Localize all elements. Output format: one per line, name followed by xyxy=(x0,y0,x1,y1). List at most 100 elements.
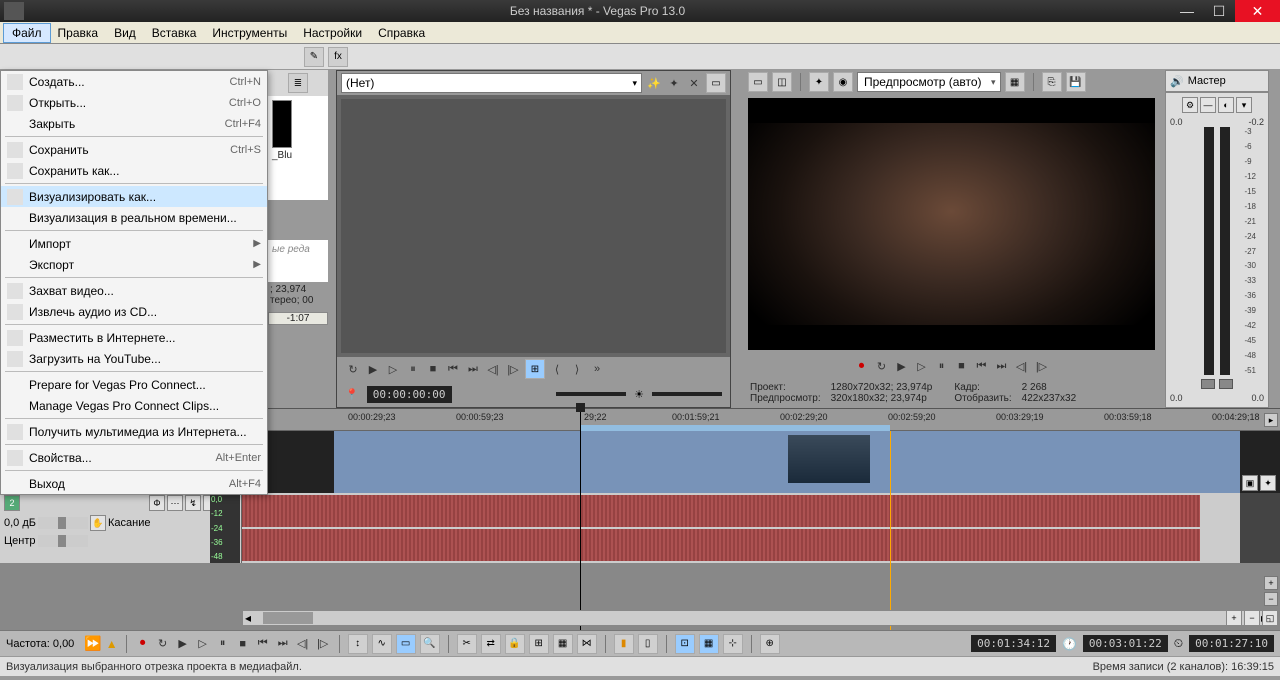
prev-icon[interactable]: ⏮ xyxy=(445,361,461,377)
cursor-position-tc[interactable]: 00:01:34:12 xyxy=(971,635,1056,652)
menu-инструменты[interactable]: Инструменты xyxy=(204,24,295,42)
stop-icon[interactable]: ■ xyxy=(954,358,970,374)
cut-icon[interactable]: ✂ xyxy=(457,634,477,654)
envelope-tool-icon[interactable]: ∿ xyxy=(372,634,392,654)
close-icon[interactable]: ✕ xyxy=(686,75,702,91)
auto-crossfade-icon[interactable]: ⋈ xyxy=(577,634,597,654)
shuttle-icon[interactable]: ⏩ xyxy=(84,635,101,652)
pan-slider[interactable] xyxy=(38,535,88,547)
trimmer-tc2[interactable] xyxy=(556,392,626,396)
snap-icon[interactable]: ⊞ xyxy=(529,634,549,654)
file-menu-item[interactable]: Создать...Ctrl+N xyxy=(1,71,267,92)
master-fx-icon[interactable]: ⚙ xyxy=(1182,97,1198,113)
snap-grid-icon[interactable]: ▦ xyxy=(699,634,719,654)
touch-icon[interactable]: ✋ xyxy=(90,515,106,531)
snap-markers-icon[interactable]: ⊹ xyxy=(723,634,743,654)
file-menu-item[interactable]: Разместить в Интернете... xyxy=(1,327,267,348)
close-button[interactable]: ✕ xyxy=(1235,0,1280,22)
file-menu-item[interactable]: ВыходAlt+F4 xyxy=(1,473,267,494)
file-menu-item[interactable]: Загрузить на YouTube... xyxy=(1,348,267,369)
enable-snap-icon[interactable]: ⊡ xyxy=(675,634,695,654)
file-menu-item[interactable]: ЗакрытьCtrl+F4 xyxy=(1,113,267,134)
selection-length-tc[interactable]: 00:01:27:10 xyxy=(1189,635,1274,652)
normal-edit-tool-icon[interactable]: ↕ xyxy=(348,634,368,654)
quantize-icon[interactable]: ▦ xyxy=(553,634,573,654)
file-menu-item[interactable]: СохранитьCtrl+S xyxy=(1,139,267,160)
copy-snapshot-icon[interactable]: ⎘ xyxy=(1042,72,1062,92)
menu-правка[interactable]: Правка xyxy=(50,24,107,42)
zoom-out-icon[interactable]: − xyxy=(1264,592,1278,606)
file-menu-item[interactable]: Manage Vegas Pro Connect Clips... xyxy=(1,395,267,416)
file-menu-item[interactable]: Извлечь аудио из CD... xyxy=(1,301,267,322)
step-fwd-icon[interactable]: |▷ xyxy=(505,361,521,377)
fx-icon[interactable]: ✨ xyxy=(646,75,662,91)
region-icon[interactable]: ▯ xyxy=(638,634,658,654)
go-start-icon[interactable]: ⏮ xyxy=(974,358,990,374)
trimmer-tc3[interactable] xyxy=(652,392,722,396)
master-mono-icon[interactable]: ▾ xyxy=(1236,97,1252,113)
fit-icon[interactable]: ◱ xyxy=(1262,610,1278,626)
ignore-event-grouping-icon[interactable]: ⊕ xyxy=(760,634,780,654)
more-icon[interactable]: » xyxy=(589,361,605,377)
file-menu-item[interactable]: Свойства...Alt+Enter xyxy=(1,447,267,468)
pause-icon[interactable]: ⏸ xyxy=(405,361,421,377)
list-view-icon[interactable]: ≣ xyxy=(288,73,308,93)
window-icon[interactable]: ▭ xyxy=(706,73,726,93)
preview-quality-combo[interactable]: Предпросмотр (авто) xyxy=(857,72,1001,92)
playhead[interactable] xyxy=(580,409,581,630)
go-start-button[interactable]: ⏮ xyxy=(255,636,271,652)
audio-clip[interactable] xyxy=(242,493,1240,563)
file-menu-item[interactable]: Визуализация в реальном времени... xyxy=(1,207,267,228)
step-back-icon[interactable]: ◁| xyxy=(485,361,501,377)
minimize-button[interactable]: — xyxy=(1171,0,1203,22)
next-icon[interactable]: ⏭ xyxy=(465,361,481,377)
file-menu-item[interactable]: Открыть...Ctrl+O xyxy=(1,92,267,113)
video-track[interactable]: ▣ ✦ xyxy=(242,431,1280,493)
phase-icon[interactable]: Φ xyxy=(149,495,165,511)
mark-out-icon[interactable]: ⟩ xyxy=(569,361,585,377)
output-fx-icon[interactable]: ◉ xyxy=(833,72,853,92)
track-fx-icon[interactable]: ⋯ xyxy=(167,495,183,511)
add-media-icon[interactable]: ⊞ xyxy=(525,359,545,379)
auto-ripple-icon[interactable]: ⇄ xyxy=(481,634,501,654)
trimmer-timecode[interactable]: 00:00:00:00 xyxy=(367,386,452,403)
record-icon[interactable]: ⏺ xyxy=(854,358,870,374)
stop-icon[interactable]: ■ xyxy=(425,361,441,377)
selection-tool-icon[interactable]: ▭ xyxy=(396,634,416,654)
pause-button[interactable]: ⏸ xyxy=(215,636,231,652)
loop-icon[interactable]: ↻ xyxy=(874,358,890,374)
h-zoom-in-icon[interactable]: + xyxy=(1226,610,1242,626)
marker-icon[interactable]: ▮ xyxy=(614,634,634,654)
selection-end-tc[interactable]: 00:03:01:22 xyxy=(1083,635,1168,652)
file-menu-item[interactable]: Prepare for Vegas Pro Connect... xyxy=(1,374,267,395)
fader-left[interactable] xyxy=(1201,379,1215,389)
file-menu-item[interactable]: Визуализировать как... xyxy=(1,186,267,207)
menu-вид[interactable]: Вид xyxy=(106,24,144,42)
menu-файл[interactable]: Файл xyxy=(4,24,50,42)
split-icon[interactable]: ◫ xyxy=(772,72,792,92)
next-frame-button[interactable]: |▷ xyxy=(315,636,331,652)
overlay-icon[interactable]: ▦ xyxy=(1005,72,1025,92)
timeline-ruler[interactable]: 0000:00:29;2300:00:59;2329;2200:01:59;21… xyxy=(242,409,1280,431)
event-fx-icon[interactable]: ✦ xyxy=(1260,475,1276,491)
go-end-icon[interactable]: ⏭ xyxy=(994,358,1010,374)
brush-icon[interactable]: ✎ xyxy=(304,47,324,67)
loop-button[interactable]: ↻ xyxy=(155,636,171,652)
play-start-button[interactable]: ▶ xyxy=(175,636,191,652)
menu-вставка[interactable]: Вставка xyxy=(144,24,205,42)
prev-frame-icon[interactable]: ◁| xyxy=(1014,358,1030,374)
stop-button[interactable]: ■ xyxy=(235,636,251,652)
next-frame-icon[interactable]: |▷ xyxy=(1034,358,1050,374)
maximize-button[interactable]: ☐ xyxy=(1203,0,1235,22)
fader-right[interactable] xyxy=(1219,379,1233,389)
play2-icon[interactable]: ▷ xyxy=(385,361,401,377)
play-icon[interactable]: ▶ xyxy=(365,361,381,377)
file-menu-item[interactable]: Сохранить как... xyxy=(1,160,267,181)
fx2-icon[interactable]: ✦ xyxy=(666,75,682,91)
volume-slider[interactable] xyxy=(38,517,88,529)
save-snapshot-icon[interactable]: 💾 xyxy=(1066,72,1086,92)
ext-monitor-icon[interactable]: ▭ xyxy=(748,72,768,92)
automation-icon[interactable]: ↯ xyxy=(185,495,201,511)
master-mute-icon[interactable]: — xyxy=(1200,97,1216,113)
video-clip[interactable] xyxy=(334,431,1240,493)
